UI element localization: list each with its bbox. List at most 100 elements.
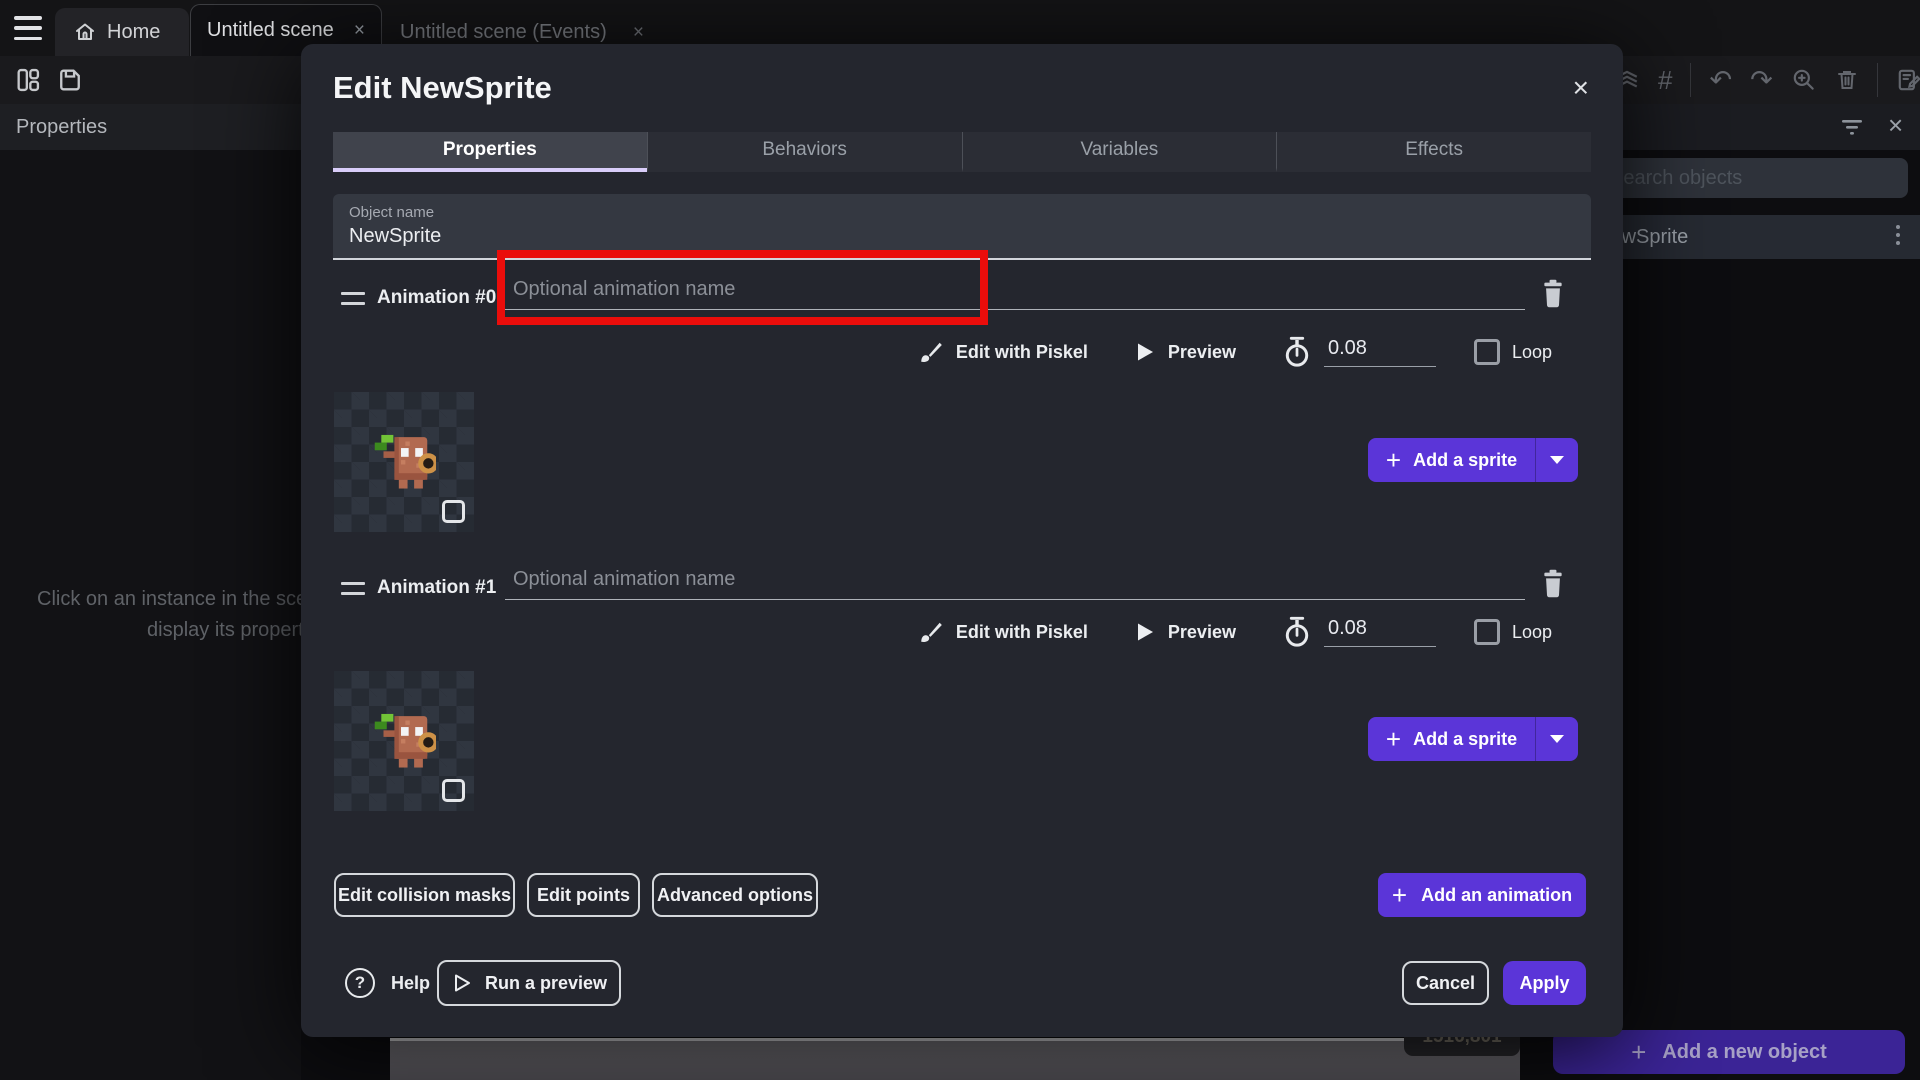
dialog-title: Edit NewSprite [333, 70, 552, 106]
run-preview-button[interactable]: Run a preview [437, 960, 621, 1006]
toolbar-divider [1690, 63, 1691, 97]
chevron-down-icon [1550, 735, 1564, 743]
add-sprite-label: Add a sprite [1413, 450, 1517, 471]
properties-empty-message-line1: Click on an instance in the sce [37, 588, 307, 611]
animation-name-input[interactable] [505, 560, 1525, 599]
play-icon [1134, 621, 1156, 643]
kebab-menu-icon[interactable] [1896, 225, 1902, 245]
add-sprite-dropdown[interactable] [1536, 456, 1578, 464]
loop-checkbox[interactable] [1474, 339, 1500, 365]
edit-points-button[interactable]: Edit points [527, 873, 640, 917]
help-button[interactable]: ? Help [345, 968, 430, 998]
drag-handle-icon[interactable] [341, 582, 365, 595]
drag-handle-icon[interactable] [341, 292, 365, 305]
edit-with-piskel-button[interactable]: Edit with Piskel [956, 342, 1088, 363]
delete-animation-icon[interactable] [1539, 278, 1567, 308]
play-icon [1134, 341, 1156, 363]
plus-icon: + [1392, 882, 1407, 908]
close-icon[interactable]: × [354, 21, 365, 40]
help-label: Help [391, 973, 430, 994]
sprite-thumbnail[interactable] [334, 671, 474, 811]
time-between-frames-input[interactable] [1324, 337, 1436, 366]
home-icon [73, 20, 97, 44]
tab-behaviors[interactable]: Behaviors [647, 132, 962, 172]
brush-icon [918, 339, 944, 365]
animation-label: Animation #0 [377, 287, 496, 309]
tab-effects[interactable]: Effects [1276, 132, 1591, 172]
edit-with-piskel-button[interactable]: Edit with Piskel [956, 622, 1088, 643]
add-sprite-main[interactable]: + Add a sprite [1368, 447, 1535, 473]
chevron-down-icon [1550, 456, 1564, 464]
properties-panel-title: Properties [0, 104, 301, 150]
close-icon[interactable]: × [1573, 74, 1589, 102]
loop-label: Loop [1512, 622, 1552, 643]
tab-events-label: Untitled scene (Events) [400, 21, 607, 44]
grid-icon[interactable]: # [1658, 65, 1672, 96]
panels-layout-icon[interactable] [14, 66, 42, 94]
save-icon[interactable] [56, 66, 84, 94]
object-name-field[interactable]: Object name NewSprite [333, 194, 1591, 260]
add-new-object-label: Add a new object [1662, 1041, 1826, 1064]
object-name-value: NewSprite [349, 225, 1575, 248]
edit-collision-masks-button[interactable]: Edit collision masks [334, 873, 515, 917]
sprite-image [366, 426, 436, 492]
sprite-select-checkbox[interactable] [442, 500, 465, 523]
scene-toolbar-icons: # ↶ ↷ [1614, 62, 1920, 98]
help-icon: ? [345, 968, 375, 998]
tab-variables[interactable]: Variables [962, 132, 1277, 172]
brush-icon [918, 619, 944, 645]
time-between-frames-input[interactable] [1324, 617, 1436, 646]
add-animation-button[interactable]: + Add an animation [1378, 873, 1586, 917]
trash-icon[interactable] [1835, 68, 1859, 92]
tab-home-label: Home [107, 21, 160, 44]
animation-name-field [505, 560, 1525, 600]
add-sprite-main[interactable]: + Add a sprite [1368, 726, 1535, 752]
add-sprite-label: Add a sprite [1413, 729, 1517, 750]
timer-icon [1282, 616, 1312, 648]
filter-icon[interactable] [1840, 118, 1864, 136]
toolbar-divider [1877, 63, 1878, 97]
sprite-image [366, 705, 436, 771]
tab-properties[interactable]: Properties [333, 132, 647, 172]
loop-label: Loop [1512, 342, 1552, 363]
close-icon[interactable]: × [633, 23, 644, 42]
edit-object-dialog: Edit NewSprite × Properties Behaviors Va… [301, 44, 1623, 1037]
apply-button[interactable]: Apply [1503, 961, 1586, 1005]
events-editor-icon[interactable] [1896, 67, 1920, 93]
add-sprite-dropdown[interactable] [1536, 735, 1578, 743]
plus-icon: + [1631, 1039, 1646, 1065]
undo-icon[interactable]: ↶ [1709, 65, 1732, 96]
tab-home[interactable]: Home [55, 8, 189, 56]
animation-controls: Edit with Piskel Preview Loop [901, 330, 1552, 374]
add-sprite-button: + Add a sprite [1368, 717, 1578, 761]
add-sprite-button: + Add a sprite [1368, 438, 1578, 482]
play-outline-icon [451, 972, 473, 994]
cancel-button[interactable]: Cancel [1402, 961, 1489, 1005]
preview-button[interactable]: Preview [1168, 342, 1236, 363]
close-icon[interactable]: × [1888, 110, 1903, 141]
timer-icon [1282, 336, 1312, 368]
sprite-select-checkbox[interactable] [442, 779, 465, 802]
preview-button[interactable]: Preview [1168, 622, 1236, 643]
loop-checkbox[interactable] [1474, 619, 1500, 645]
animation-name-input[interactable] [505, 270, 1525, 309]
redo-icon[interactable]: ↷ [1750, 65, 1773, 96]
time-between-frames-field [1324, 337, 1436, 367]
hamburger-menu-icon[interactable] [14, 16, 42, 40]
run-preview-label: Run a preview [485, 973, 607, 994]
time-between-frames-field [1324, 617, 1436, 647]
zoom-in-icon[interactable] [1791, 67, 1817, 93]
animation-controls: Edit with Piskel Preview Loop [901, 610, 1552, 654]
advanced-options-button[interactable]: Advanced options [652, 873, 818, 917]
add-animation-label: Add an animation [1421, 885, 1572, 906]
plus-icon: + [1386, 726, 1401, 752]
animation-label: Animation #1 [377, 577, 496, 599]
dialog-tab-bar: Properties Behaviors Variables Effects [333, 132, 1591, 172]
sprite-thumbnail[interactable] [334, 392, 474, 532]
tab-scene-label: Untitled scene [207, 19, 334, 42]
object-name-label: Object name [349, 204, 1575, 221]
plus-icon: + [1386, 447, 1401, 473]
animation-name-field [505, 270, 1525, 310]
scene-canvas-edge [390, 1038, 1520, 1080]
delete-animation-icon[interactable] [1539, 568, 1567, 598]
